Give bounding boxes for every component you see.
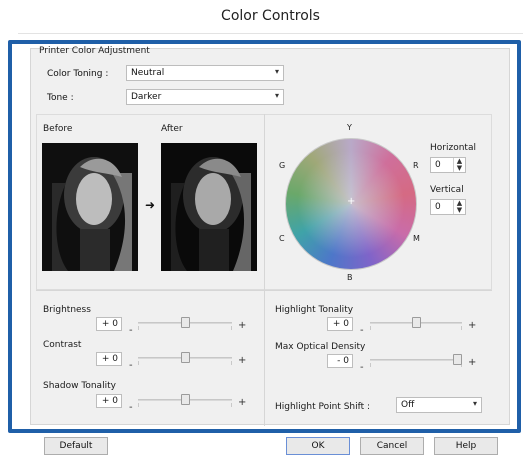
default-button[interactable]: Default [44, 437, 108, 455]
printer-color-adjustment-legend: Printer Color Adjustment [39, 46, 150, 56]
contrast-slider-thumb[interactable] [180, 352, 190, 363]
center-divider [264, 114, 265, 426]
chevron-down-icon: ▾ [472, 399, 477, 408]
chevron-down-icon: ▾ [274, 67, 279, 76]
titlebar-divider [18, 33, 523, 34]
tone-select[interactable]: Darker ▾ [126, 89, 284, 105]
minus-icon: - [360, 325, 364, 336]
before-preview-image [42, 143, 138, 271]
color-toning-value: Neutral [131, 68, 165, 78]
contrast-value[interactable]: + 0 [96, 352, 122, 366]
wheel-letter-r: R [413, 161, 419, 170]
max-optical-density-slider-thumb[interactable] [453, 354, 462, 365]
horizontal-label: Horizontal [430, 143, 476, 153]
vertical-value: 0 [435, 202, 441, 212]
vertical-spinner[interactable]: 0 ▲ ▼ [430, 199, 466, 215]
minus-icon: - [360, 362, 364, 373]
shadow-tonality-label: Shadow Tonality [43, 381, 116, 391]
max-optical-density-slider-ticks [370, 363, 462, 367]
wheel-letter-c: C [279, 234, 285, 243]
minus-icon: - [129, 325, 133, 336]
help-button[interactable]: Help [434, 437, 498, 455]
brightness-slider-thumb[interactable] [180, 317, 190, 328]
spin-down-icon[interactable]: ▼ [454, 165, 465, 172]
tone-value: Darker [131, 92, 162, 102]
highlight-point-shift-value: Off [401, 400, 415, 410]
highlight-tonality-slider-thumb[interactable] [411, 317, 421, 328]
before-label: Before [43, 124, 73, 134]
wheel-letter-y: Y [347, 123, 352, 132]
shadow-tonality-slider-thumb[interactable] [180, 394, 190, 405]
highlight-point-shift-label: Highlight Point Shift : [275, 402, 371, 412]
shadow-tonality-value[interactable]: + 0 [96, 394, 122, 408]
plus-icon: + [238, 397, 247, 408]
highlight-tonality-value[interactable]: + 0 [327, 317, 353, 331]
after-label: After [161, 124, 183, 134]
max-optical-density-label: Max Optical Density [275, 342, 366, 352]
sliders-divider [36, 290, 492, 291]
minus-icon: - [129, 360, 133, 371]
horizontal-value: 0 [435, 160, 441, 170]
highlight-point-shift-select[interactable]: Off ▾ [396, 397, 482, 413]
tone-label: Tone : [47, 93, 74, 103]
wheel-letter-g: G [279, 161, 286, 170]
window-title: Color Controls [221, 8, 320, 24]
arrow-right-icon: ➜ [145, 198, 156, 212]
color-toning-select[interactable]: Neutral ▾ [126, 65, 284, 81]
max-optical-density-slider-track[interactable] [370, 359, 462, 361]
max-optical-density-value[interactable]: - 0 [327, 354, 353, 368]
wheel-letter-m: M [413, 234, 420, 243]
contrast-label: Contrast [43, 340, 82, 350]
brightness-value[interactable]: + 0 [96, 317, 122, 331]
chevron-down-icon: ▾ [274, 91, 279, 100]
vertical-spin-buttons[interactable]: ▲ ▼ [453, 200, 465, 214]
color-wheel-center-plus: + [347, 196, 356, 207]
highlight-tonality-label: Highlight Tonality [275, 305, 354, 315]
plus-icon: + [238, 320, 247, 331]
plus-icon: + [468, 357, 477, 368]
minus-icon: - [129, 402, 133, 413]
horizontal-spinner[interactable]: 0 ▲ ▼ [430, 157, 466, 173]
plus-icon: + [238, 355, 247, 366]
cancel-button[interactable]: Cancel [360, 437, 424, 455]
color-toning-label: Color Toning : [47, 69, 109, 79]
vertical-label: Vertical [430, 185, 464, 195]
wheel-letter-b: B [347, 273, 353, 282]
ok-button[interactable]: OK [286, 437, 350, 455]
plus-icon: + [468, 320, 477, 331]
horizontal-spin-buttons[interactable]: ▲ ▼ [453, 158, 465, 172]
spin-down-icon[interactable]: ▼ [454, 207, 465, 214]
brightness-label: Brightness [43, 305, 91, 315]
after-preview-image [161, 143, 257, 271]
